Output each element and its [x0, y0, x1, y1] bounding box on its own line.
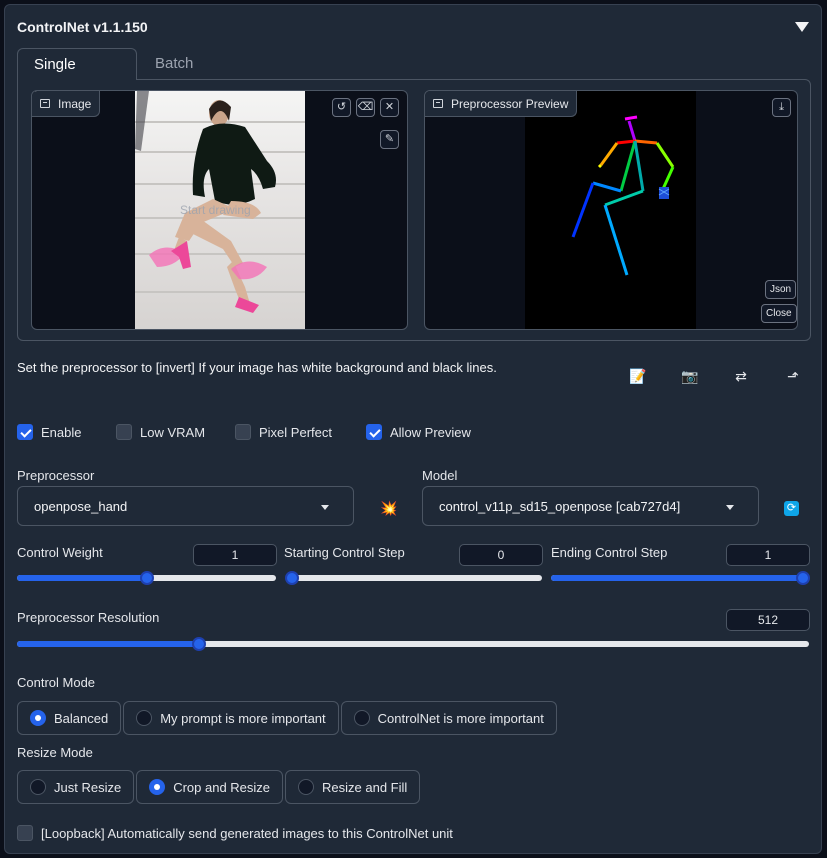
- checkbox-mark[interactable]: [17, 424, 33, 440]
- control-mode-group: Balanced My prompt is more important Con…: [17, 701, 557, 735]
- ending-step-input[interactable]: 1: [726, 544, 810, 566]
- swap-icon[interactable]: ⇄: [731, 366, 751, 386]
- pixel-perfect-checkbox[interactable]: Pixel Perfect: [235, 424, 332, 440]
- eraser-icon[interactable]: ⌫: [356, 98, 375, 117]
- radio-label: My prompt is more important: [160, 710, 326, 726]
- preprocessor-value: openpose_hand: [34, 499, 128, 514]
- collapse-caret-icon[interactable]: [795, 22, 809, 32]
- panel-title: ControlNet v1.1.150: [17, 19, 148, 35]
- radio-mark[interactable]: [298, 779, 315, 795]
- model-dropdown[interactable]: control_v11p_sd15_openpose [cab727d4]: [422, 486, 759, 526]
- preprocessor-resolution-slider[interactable]: [17, 636, 809, 652]
- model-label: Model: [422, 468, 458, 483]
- run-preprocessor-icon[interactable]: 💥: [380, 500, 397, 517]
- image-label-text: Image: [58, 97, 92, 111]
- checkbox-mark[interactable]: [116, 424, 132, 440]
- refresh-models-icon[interactable]: ⟳: [784, 501, 799, 516]
- checkbox-label: Low VRAM: [140, 424, 206, 440]
- send-dimensions-icon[interactable]: ⬏: [783, 366, 803, 386]
- enable-checkbox[interactable]: Enable: [17, 424, 81, 440]
- preprocessor-resolution-input[interactable]: 512: [726, 609, 810, 631]
- checkbox-label: Enable: [41, 424, 82, 440]
- preview-label-text: Preprocessor Preview: [451, 97, 569, 111]
- chevron-down-icon: [321, 505, 329, 510]
- radio-label: Resize and Fill: [322, 779, 408, 795]
- image-input-area[interactable]: Image Start drawing ↺ ⌫ ✕ ✎: [31, 90, 408, 330]
- loopback-checkbox[interactable]: [Loopback] Automatically send generated …: [17, 825, 453, 841]
- starting-step-slider[interactable]: [285, 570, 542, 586]
- preprocessor-dropdown[interactable]: openpose_hand: [17, 486, 354, 526]
- control-mode-label: Control Mode: [17, 675, 96, 690]
- close-icon[interactable]: ✕: [380, 98, 399, 117]
- control-weight-input[interactable]: 1: [193, 544, 277, 566]
- preprocessor-label: Preprocessor: [17, 468, 95, 483]
- control-mode-prompt[interactable]: My prompt is more important: [123, 701, 339, 735]
- radio-label: Balanced: [54, 710, 109, 726]
- checkbox-mark[interactable]: [366, 424, 382, 440]
- control-weight-label: Control Weight: [17, 545, 103, 560]
- preview-label: Preprocessor Preview: [425, 91, 578, 117]
- preprocessor-preview-area: Preprocessor Preview ⤓ Json Close: [424, 90, 798, 330]
- download-icon[interactable]: ⤓: [772, 98, 791, 117]
- preprocessor-resolution-label: Preprocessor Resolution: [17, 610, 160, 625]
- control-mode-controlnet[interactable]: ControlNet is more important: [340, 701, 557, 735]
- radio-mark[interactable]: [149, 779, 166, 795]
- control-weight-slider[interactable]: [17, 570, 276, 586]
- checkbox-label: [Loopback] Automatically send generated …: [41, 825, 453, 841]
- chevron-down-icon: [726, 505, 734, 510]
- image-icon: [40, 99, 50, 108]
- resize-mode-crop-and-resize[interactable]: Crop and Resize: [136, 770, 284, 804]
- checkbox-mark[interactable]: [17, 825, 33, 841]
- checkbox-mark[interactable]: [235, 424, 251, 440]
- image-icon: [433, 99, 443, 108]
- resize-mode-label: Resize Mode: [17, 745, 93, 760]
- starting-step-label: Starting Control Step: [284, 545, 405, 560]
- resize-mode-just-resize[interactable]: Just Resize: [17, 770, 135, 804]
- radio-mark[interactable]: [30, 710, 46, 726]
- undo-icon[interactable]: ↺: [332, 98, 351, 117]
- model-value: control_v11p_sd15_openpose [cab727d4]: [439, 499, 681, 514]
- radio-label: Just Resize: [54, 779, 122, 795]
- radio-label: Crop and Resize: [173, 779, 271, 795]
- image-label: Image: [32, 91, 101, 117]
- invert-hint-text: Set the preprocessor to [invert] If your…: [17, 360, 497, 375]
- pose-skeleton-image: [525, 91, 696, 329]
- start-drawing-placeholder: Start drawing: [180, 203, 251, 217]
- radio-mark[interactable]: [353, 710, 370, 726]
- checkbox-label: Pixel Perfect: [259, 424, 332, 440]
- tab-batch[interactable]: Batch: [139, 48, 209, 80]
- radio-label: ControlNet is more important: [377, 710, 544, 726]
- notepad-icon[interactable]: 📝: [628, 366, 648, 386]
- tab-single-image[interactable]: Single Image: [17, 48, 137, 105]
- camera-icon[interactable]: 📷: [680, 366, 700, 386]
- allow-preview-checkbox[interactable]: Allow Preview: [366, 424, 471, 440]
- ending-step-label: Ending Control Step: [551, 545, 668, 560]
- radio-mark[interactable]: [30, 779, 46, 795]
- close-preview-button[interactable]: Close: [761, 304, 797, 323]
- starting-step-input[interactable]: 0: [459, 544, 543, 566]
- checkbox-label: Allow Preview: [390, 424, 471, 440]
- json-button[interactable]: Json: [765, 280, 797, 299]
- brush-icon[interactable]: ✎: [380, 130, 399, 149]
- radio-mark[interactable]: [136, 710, 153, 726]
- low-vram-checkbox[interactable]: Low VRAM: [116, 424, 205, 440]
- single-image-tab-body: Image Start drawing ↺ ⌫ ✕ ✎ Preprocessor…: [17, 79, 811, 341]
- resize-mode-resize-and-fill[interactable]: Resize and Fill: [285, 770, 421, 804]
- resize-mode-group: Just Resize Crop and Resize Resize and F…: [17, 770, 421, 804]
- control-mode-balanced[interactable]: Balanced: [17, 701, 122, 735]
- ending-step-slider[interactable]: [551, 570, 810, 586]
